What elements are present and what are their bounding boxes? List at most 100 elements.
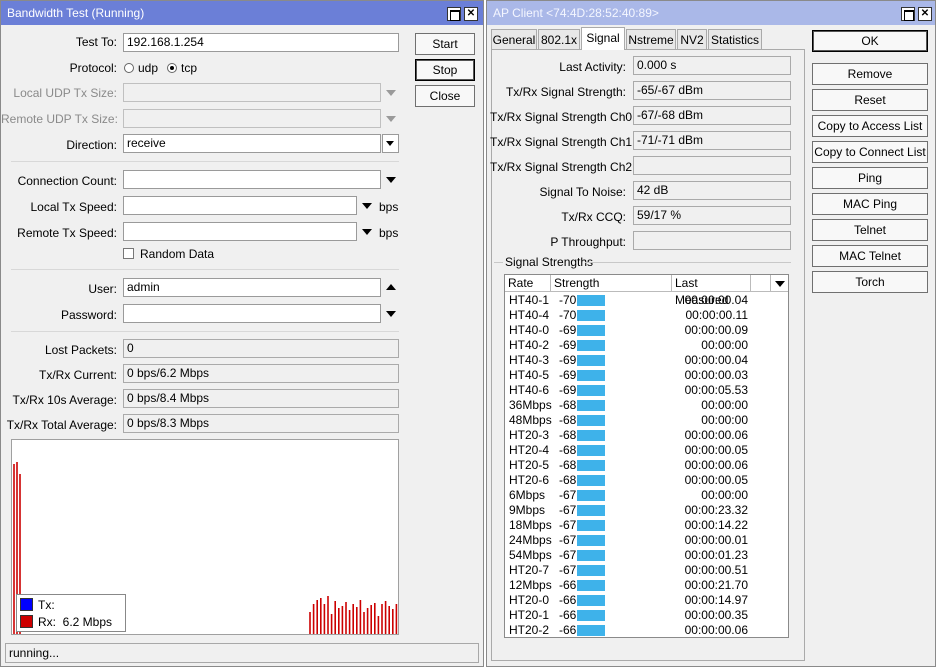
dropdown-arrow-icon[interactable] <box>362 229 372 235</box>
last-measured-cell: 00:00:00.11 <box>685 308 748 322</box>
rate-cell: HT20-1 <box>509 608 550 622</box>
rate-cell: HT20-2 <box>509 623 550 637</box>
table-row[interactable]: HT20-4 -68 00:00:00.05 <box>505 443 788 458</box>
table-row[interactable]: HT40-5 -69 00:00:00.03 <box>505 368 788 383</box>
table-row[interactable]: HT20-1 -66 00:00:00.35 <box>505 608 788 623</box>
avg10-rate-label: Tx/Rx 10s Average: <box>12 393 118 407</box>
chevron-down-icon <box>775 281 785 287</box>
table-row[interactable]: 48Mbps -68 00:00:00 <box>505 413 788 428</box>
local-tx-speed-input[interactable] <box>123 196 357 215</box>
direction-select[interactable]: receive <box>123 134 381 153</box>
strength-cell: -68 <box>559 443 577 457</box>
connection-count-label: Connection Count: <box>17 174 117 188</box>
protocol-tcp-radio[interactable] <box>167 63 177 73</box>
user-input[interactable]: admin <box>123 278 381 297</box>
torch-button[interactable]: Torch <box>812 271 928 293</box>
strength-cell: -67 <box>559 503 577 517</box>
mac-telnet-button[interactable]: MAC Telnet <box>812 245 928 267</box>
table-row[interactable]: 12Mbps -66 00:00:21.70 <box>505 578 788 593</box>
table-row[interactable]: HT40-4 -70 00:00:00.11 <box>505 308 788 323</box>
close-button[interactable]: Close <box>415 85 475 107</box>
tab-nstreme[interactable]: Nstreme <box>626 29 676 49</box>
table-row[interactable]: 54Mbps -67 00:00:01.23 <box>505 548 788 563</box>
dropdown-arrow-icon[interactable] <box>386 116 396 122</box>
dropdown-arrow-icon[interactable] <box>386 90 396 96</box>
protocol-udp-radio[interactable] <box>124 63 134 73</box>
bandwidth-test-titlebar[interactable]: Bandwidth Test (Running) ✕ <box>1 1 483 25</box>
table-row[interactable]: HT20-3 -68 00:00:00.06 <box>505 428 788 443</box>
close-icon[interactable]: ✕ <box>918 7 932 21</box>
table-row[interactable]: 36Mbps -68 00:00:00 <box>505 398 788 413</box>
remove-button[interactable]: Remove <box>812 63 928 85</box>
start-button[interactable]: Start <box>415 33 475 55</box>
ping-button[interactable]: Ping <box>812 167 928 189</box>
table-row[interactable]: HT20-0 -66 00:00:14.97 <box>505 593 788 608</box>
rate-cell: HT40-1 <box>509 293 550 307</box>
tab-statistics[interactable]: Statistics <box>708 29 762 49</box>
p-throughput-label: P Throughput: <box>550 235 626 249</box>
current-rate-value: 0 bps/6.2 Mbps <box>123 364 399 383</box>
table-row[interactable]: HT20-6 -68 00:00:00.05 <box>505 473 788 488</box>
table-row[interactable]: HT40-6 -69 00:00:05.53 <box>505 383 788 398</box>
direction-dropdown-button[interactable] <box>382 134 399 153</box>
table-row[interactable]: 9Mbps -67 00:00:23.32 <box>505 503 788 518</box>
collapse-arrow-icon[interactable] <box>386 284 396 290</box>
column-header-strength[interactable]: Strength <box>551 275 672 292</box>
rate-cell: HT40-2 <box>509 338 550 352</box>
remote-udp-tx-size-input[interactable] <box>123 109 381 128</box>
maximize-icon[interactable] <box>447 7 461 21</box>
random-data-checkbox[interactable] <box>123 248 134 259</box>
column-menu-button[interactable] <box>771 275 788 292</box>
table-row[interactable]: 18Mbps -67 00:00:14.22 <box>505 518 788 533</box>
table-row[interactable]: HT40-1 -70 00:00:00.04 <box>505 293 788 308</box>
table-row[interactable]: HT20-5 -68 00:00:00.06 <box>505 458 788 473</box>
test-to-label: Test To: <box>75 35 117 49</box>
password-input[interactable] <box>123 304 381 323</box>
copy-to-access-list-button[interactable]: Copy to Access List <box>812 115 928 137</box>
strength-bar <box>577 295 605 306</box>
tab-general[interactable]: General <box>491 29 537 49</box>
column-header-last-measured[interactable]: Last Measured <box>672 275 751 307</box>
telnet-button[interactable]: Telnet <box>812 219 928 241</box>
mac-ping-button[interactable]: MAC Ping <box>812 193 928 215</box>
signal-strength-ch0-label: Tx/Rx Signal Strength Ch0: <box>490 110 636 124</box>
table-row[interactable]: HT40-3 -69 00:00:00.04 <box>505 353 788 368</box>
tab-802-1x[interactable]: 802.1x <box>538 29 580 49</box>
reset-button[interactable]: Reset <box>812 89 928 111</box>
local-udp-tx-size-input[interactable] <box>123 83 381 102</box>
stop-button[interactable]: Stop <box>415 59 475 81</box>
table-row[interactable]: HT40-0 -69 00:00:00.09 <box>505 323 788 338</box>
strength-cell: -68 <box>559 473 577 487</box>
rate-cell: HT40-5 <box>509 368 550 382</box>
column-header-rate[interactable]: Rate <box>505 275 551 292</box>
tab-signal[interactable]: Signal <box>581 27 625 50</box>
tx-color-swatch <box>20 598 33 611</box>
table-row[interactable]: HT40-2 -69 00:00:00 <box>505 338 788 353</box>
close-icon[interactable]: ✕ <box>464 7 478 21</box>
dropdown-arrow-icon[interactable] <box>386 177 396 183</box>
copy-to-connect-list-button[interactable]: Copy to Connect List <box>812 141 928 163</box>
strength-bar <box>577 595 605 606</box>
table-row[interactable]: HT20-7 -67 00:00:00.51 <box>505 563 788 578</box>
table-row[interactable]: HT20-2 -66 00:00:00.06 <box>505 623 788 637</box>
rate-cell: HT40-0 <box>509 323 550 337</box>
connection-count-input[interactable] <box>123 170 381 189</box>
ok-button[interactable]: OK <box>812 30 928 52</box>
last-measured-cell: 00:00:14.22 <box>684 518 748 532</box>
maximize-icon[interactable] <box>901 7 915 21</box>
strength-bar <box>577 565 605 576</box>
dropdown-arrow-icon[interactable] <box>386 311 396 317</box>
strength-bar <box>577 370 605 381</box>
test-to-input[interactable]: 192.168.1.254 <box>123 33 399 52</box>
tab-nv2[interactable]: NV2 <box>677 29 707 49</box>
strength-cell: -67 <box>559 488 577 502</box>
strength-bar <box>577 340 605 351</box>
dropdown-arrow-icon[interactable] <box>362 203 372 209</box>
last-measured-cell: 00:00:14.97 <box>684 593 748 607</box>
table-row[interactable]: 24Mbps -67 00:00:00.01 <box>505 533 788 548</box>
local-tx-speed-label: Local Tx Speed: <box>30 200 117 214</box>
table-row[interactable]: 6Mbps -67 00:00:00 <box>505 488 788 503</box>
strength-bar <box>577 580 605 591</box>
remote-tx-speed-input[interactable] <box>123 222 357 241</box>
ap-client-titlebar[interactable]: AP Client <74:4D:28:52:40:89> ✕ <box>487 1 935 25</box>
